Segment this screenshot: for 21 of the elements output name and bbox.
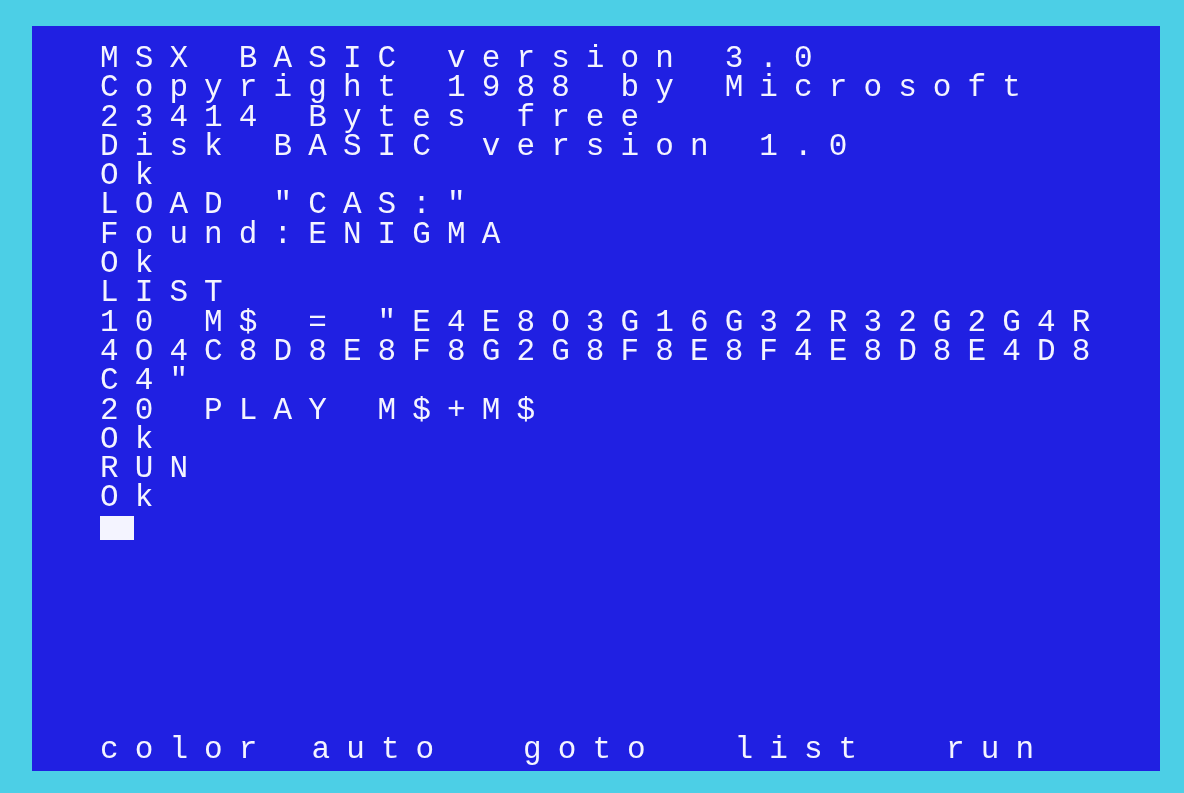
console-line: Found:ENIGMA — [100, 219, 517, 250]
function-key-label: list — [734, 732, 874, 767]
text-cursor-icon — [100, 515, 134, 540]
console-line: LOAD "CAS:" — [100, 190, 482, 220]
function-key-label: color — [100, 732, 274, 767]
console-line: Copyright 1988 by Microsoft — [100, 73, 1037, 103]
console-line: RUN — [100, 454, 205, 484]
console-line: Ok — [100, 483, 170, 513]
console-line: MSX BASIC version 3.0 — [100, 44, 829, 74]
console-line: 10 M$ = "E4E8O3G16G32R32G2G4R — [100, 307, 1107, 337]
console-line: Ok — [100, 249, 170, 279]
console-line: 4O4C8D8E8F8G2G8F8E8F4E8D8E4D8 — [100, 336, 1107, 367]
function-key-label: goto — [523, 732, 662, 767]
console-line: 20 PLAY M$+M$ — [100, 395, 552, 425]
console-line: 23414 Bytes free — [100, 102, 656, 132]
console-line: LIST — [100, 278, 239, 308]
console-line: Ok — [100, 161, 170, 191]
console-line: Ok — [100, 424, 170, 455]
function-key-label: auto — [311, 732, 451, 767]
function-key-label: run — [946, 732, 1051, 767]
console-line: C4" — [100, 366, 205, 396]
